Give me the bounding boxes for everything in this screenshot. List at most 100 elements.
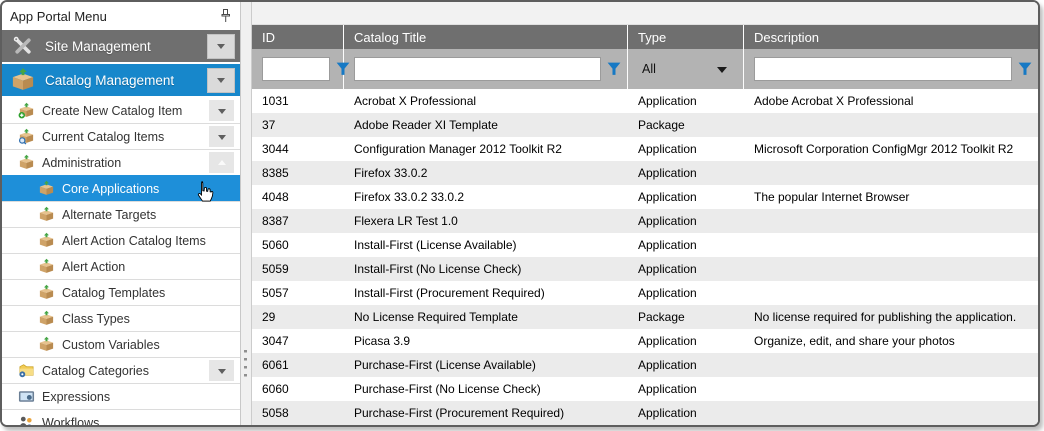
cell-type: Application [628,161,744,185]
column-header-description[interactable]: Description [744,25,1038,49]
table-row[interactable]: 5057Install-First (Procurement Required)… [252,281,1038,305]
package-icon [38,336,55,353]
sidebar-item-label: Alert Action [62,260,234,274]
filter-icon[interactable] [607,62,621,76]
cell-title: Configuration Manager 2012 Toolkit R2 [344,137,628,161]
sidebar-item-label: Catalog Categories [42,364,209,378]
sidebar-item-label: Expressions [42,390,234,404]
cell-description: Organize, edit, and share your photos [744,329,1038,353]
table-row[interactable]: 5060Install-First (License Available)App… [252,233,1038,257]
chevron-down-icon[interactable] [207,34,235,59]
pin-icon[interactable] [218,8,232,24]
folder-gear-icon [18,362,35,379]
table-row[interactable]: 29No License Required TemplatePackageNo … [252,305,1038,329]
cell-id: 5060 [252,233,344,257]
sidebar-item-workflows[interactable]: Workflows [2,409,240,427]
package-icon [38,180,55,197]
catalog-table-panel: ID Catalog Title Type Description All [252,2,1038,425]
table-row[interactable]: 4048Firefox 33.0.2 33.0.2ApplicationThe … [252,185,1038,209]
table-row[interactable]: 37Adobe Reader XI TemplatePackage [252,113,1038,137]
sidebar-group-site-management[interactable]: Site Management [2,30,240,62]
cell-id: 8387 [252,209,344,233]
table-row[interactable]: 1031Acrobat X ProfessionalApplicationAdo… [252,89,1038,113]
cell-description [744,161,1038,185]
sidebar-item-label: Create New Catalog Item [42,104,209,118]
package-icon [38,310,55,327]
cell-type: Application [628,185,744,209]
type-filter-select[interactable]: All [638,61,737,78]
package-icon [38,206,55,223]
sidebar-item-list: Create New Catalog Item Current Catalog … [2,98,240,427]
cell-type: Application [628,281,744,305]
table-row[interactable]: 5059Install-First (No License Check)Appl… [252,257,1038,281]
chevron-down-icon[interactable] [209,360,234,381]
sidebar-item-label: Catalog Templates [62,286,234,300]
chevron-down-icon[interactable] [207,68,235,93]
table-row[interactable]: 3044Configuration Manager 2012 Toolkit R… [252,137,1038,161]
sidebar-item-core-applications[interactable]: Core Applications [2,175,240,201]
cell-description [744,353,1038,377]
cell-title: Purchase-First (License Available) [344,353,628,377]
id-filter-input[interactable] [262,57,330,81]
toolbar-strip [252,2,1038,25]
cell-title: Install-First (License Available) [344,233,628,257]
description-filter-input[interactable] [754,57,1012,81]
cell-type: Application [628,377,744,401]
table-row[interactable]: 3047Picasa 3.9ApplicationOrganize, edit,… [252,329,1038,353]
sidebar-item-alternate-targets[interactable]: Alternate Targets [2,201,240,227]
package-icon [18,154,35,171]
cell-id: 29 [252,305,344,329]
chevron-down-icon[interactable] [209,126,234,147]
table-row[interactable]: 5058Purchase-First (Procurement Required… [252,401,1038,425]
sidebar-item-current-catalog-items[interactable]: Current Catalog Items [2,123,240,149]
cell-title: Adobe Reader XI Template [344,113,628,137]
cell-title: No License Required Template [344,305,628,329]
package-icon [38,258,55,275]
cell-title: Install-First (Procurement Required) [344,281,628,305]
chevron-down-icon[interactable] [209,100,234,121]
cell-id: 5059 [252,257,344,281]
sidebar-item-alert-action[interactable]: Alert Action [2,253,240,279]
chevron-up-icon[interactable] [209,152,234,173]
sidebar-item-catalog-categories[interactable]: Catalog Categories [2,357,240,383]
column-header-catalog-title[interactable]: Catalog Title [344,25,628,49]
sidebar-title: App Portal Menu [10,9,218,24]
cell-title: Install-First (No License Check) [344,257,628,281]
column-header-type[interactable]: Type [628,25,744,49]
sidebar-item-administration[interactable]: Administration [2,149,240,175]
sidebar-item-create-new-catalog-item[interactable]: Create New Catalog Item [2,98,240,123]
title-filter-input[interactable] [354,57,601,81]
cell-id: 5057 [252,281,344,305]
package-search-icon [18,128,35,145]
cell-title: Picasa 3.9 [344,329,628,353]
cell-id: 4048 [252,185,344,209]
sidebar-item-catalog-templates[interactable]: Catalog Templates [2,279,240,305]
sidebar-item-label: Class Types [62,312,234,326]
sidebar-item-custom-variables[interactable]: Custom Variables [2,331,240,357]
sidebar-splitter[interactable] [241,2,252,425]
table-row[interactable]: 6061Purchase-First (License Available)Ap… [252,353,1038,377]
cell-id: 5058 [252,401,344,425]
sidebar-item-expressions[interactable]: Expressions [2,383,240,409]
table-row[interactable]: 6060Purchase-First (No License Check)App… [252,377,1038,401]
sidebar-item-alert-action-catalog-items[interactable]: Alert Action Catalog Items [2,227,240,253]
cell-type: Application [628,329,744,353]
package-icon [38,232,55,249]
filter-row: All [252,49,1038,89]
column-header-id[interactable]: ID [252,25,344,49]
cell-id: 6061 [252,353,344,377]
sidebar-item-label: Custom Variables [62,338,234,352]
sidebar-item-label: Alternate Targets [62,208,234,222]
people-icon [18,414,35,427]
sidebar-group-catalog-management[interactable]: Catalog Management [2,64,240,96]
table-row[interactable]: 8387Flexera LR Test 1.0Application [252,209,1038,233]
table-header: ID Catalog Title Type Description [252,25,1038,49]
filter-icon[interactable] [1018,62,1032,76]
cell-description [744,281,1038,305]
cell-description: No license required for publishing the a… [744,305,1038,329]
cell-type: Package [628,305,744,329]
sidebar-item-class-types[interactable]: Class Types [2,305,240,331]
sidebar-item-label: Administration [42,156,209,170]
table-row[interactable]: 8385Firefox 33.0.2Application [252,161,1038,185]
description-filter-cell [744,49,1038,89]
